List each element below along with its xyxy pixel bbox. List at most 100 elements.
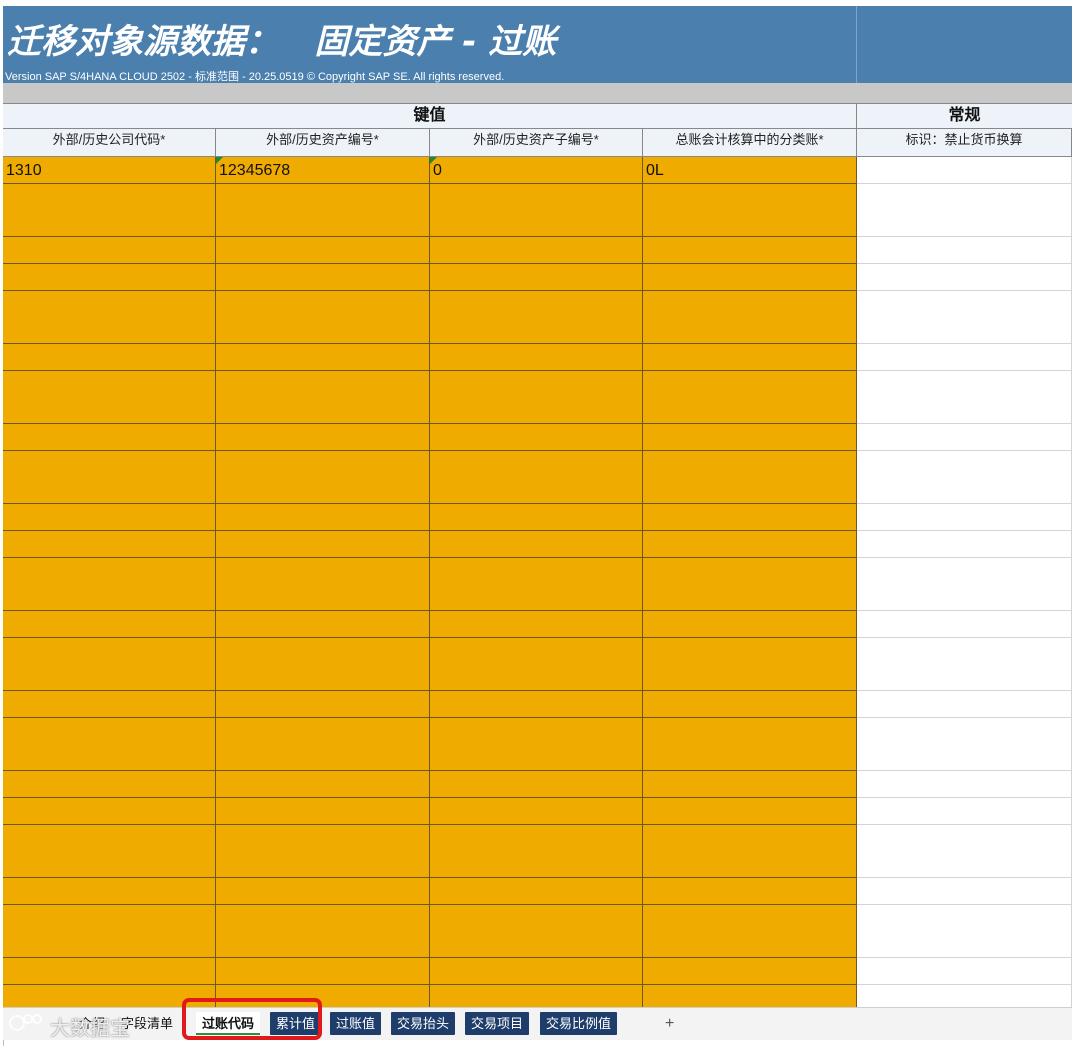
table-cell[interactable] bbox=[643, 477, 857, 505]
column-header-company-code[interactable]: 外部/历史公司代码* bbox=[3, 129, 216, 156]
table-cell[interactable] bbox=[857, 263, 1072, 291]
table-cell[interactable] bbox=[3, 771, 216, 799]
table-cell[interactable] bbox=[857, 637, 1072, 665]
table-cell[interactable] bbox=[430, 584, 643, 612]
table-cell[interactable] bbox=[3, 664, 216, 692]
table-cell[interactable] bbox=[430, 530, 643, 558]
table-cell[interactable] bbox=[643, 610, 857, 638]
table-cell[interactable] bbox=[430, 290, 643, 318]
table-cell[interactable] bbox=[430, 183, 643, 211]
table-cell[interactable] bbox=[216, 691, 430, 718]
table-cell[interactable] bbox=[857, 958, 1072, 985]
table-cell[interactable] bbox=[857, 877, 1072, 905]
table-cell[interactable] bbox=[857, 717, 1072, 745]
table-cell[interactable] bbox=[857, 557, 1072, 585]
table-cell[interactable] bbox=[643, 771, 857, 799]
table-cell[interactable] bbox=[643, 237, 857, 265]
table-cell[interactable] bbox=[643, 557, 857, 585]
tab-transaction-header[interactable]: 交易抬头 bbox=[391, 1012, 456, 1035]
table-cell[interactable] bbox=[3, 584, 216, 612]
table-cell[interactable] bbox=[430, 664, 643, 692]
table-cell[interactable] bbox=[3, 397, 216, 425]
table-cell[interactable] bbox=[430, 263, 643, 291]
table-cell[interactable] bbox=[857, 210, 1072, 238]
table-cell[interactable] bbox=[216, 183, 430, 211]
table-cell[interactable] bbox=[857, 610, 1072, 638]
table-cell[interactable] bbox=[857, 237, 1072, 265]
table-cell[interactable] bbox=[3, 637, 216, 665]
table-cell[interactable] bbox=[3, 477, 216, 505]
table-cell[interactable] bbox=[216, 557, 430, 585]
table-cell[interactable] bbox=[643, 584, 857, 612]
table-cell[interactable] bbox=[216, 610, 430, 638]
table-cell[interactable] bbox=[216, 851, 430, 879]
table-cell[interactable] bbox=[857, 183, 1072, 211]
table-cell[interactable] bbox=[643, 958, 857, 985]
table-cell[interactable] bbox=[3, 557, 216, 585]
table-cell[interactable] bbox=[857, 370, 1072, 398]
table-cell[interactable] bbox=[857, 343, 1072, 371]
table-cell[interactable] bbox=[3, 744, 216, 772]
table-cell[interactable] bbox=[857, 530, 1072, 558]
column-header-no-currency-conversion[interactable]: 标识：禁止货币换算 bbox=[857, 129, 1072, 156]
table-cell[interactable] bbox=[643, 424, 857, 451]
table-cell[interactable] bbox=[3, 183, 216, 211]
table-cell[interactable] bbox=[643, 637, 857, 665]
table-cell[interactable] bbox=[3, 504, 216, 532]
table-cell[interactable] bbox=[430, 824, 643, 852]
table-cell[interactable] bbox=[430, 370, 643, 398]
table-cell[interactable] bbox=[216, 424, 430, 451]
table-cell[interactable] bbox=[430, 904, 643, 932]
table-cell[interactable] bbox=[643, 210, 857, 238]
column-header-asset-number[interactable]: 外部/历史资产编号* bbox=[216, 129, 430, 156]
table-cell[interactable] bbox=[643, 717, 857, 745]
table-cell[interactable] bbox=[216, 637, 430, 665]
table-cell[interactable] bbox=[430, 984, 643, 1007]
table-cell[interactable] bbox=[643, 450, 857, 478]
table-cell[interactable] bbox=[216, 397, 430, 425]
table-cell[interactable]: 12345678 bbox=[216, 157, 430, 184]
table-cell[interactable] bbox=[3, 210, 216, 238]
table-cell[interactable]: 0 bbox=[430, 157, 643, 184]
table-cell[interactable] bbox=[3, 424, 216, 451]
table-cell[interactable] bbox=[3, 931, 216, 959]
table-cell[interactable] bbox=[430, 877, 643, 905]
table-cell[interactable] bbox=[430, 610, 643, 638]
table-cell[interactable] bbox=[430, 237, 643, 265]
table-cell[interactable] bbox=[857, 157, 1072, 184]
table-cell[interactable] bbox=[216, 210, 430, 238]
table-cell[interactable] bbox=[3, 237, 216, 265]
table-cell[interactable] bbox=[430, 851, 643, 879]
table-cell[interactable] bbox=[643, 691, 857, 718]
table-cell[interactable] bbox=[216, 824, 430, 852]
table-cell[interactable] bbox=[857, 317, 1072, 345]
table-cell[interactable]: 0L bbox=[643, 157, 857, 184]
table-cell[interactable] bbox=[643, 984, 857, 1007]
table-cell[interactable] bbox=[430, 958, 643, 985]
add-sheet-button[interactable]: + bbox=[659, 1012, 680, 1035]
table-cell[interactable] bbox=[643, 664, 857, 692]
table-cell[interactable] bbox=[643, 397, 857, 425]
table-cell[interactable] bbox=[643, 370, 857, 398]
table-cell[interactable]: 1310 bbox=[3, 157, 216, 184]
table-cell[interactable] bbox=[643, 530, 857, 558]
table-cell[interactable] bbox=[216, 664, 430, 692]
table-cell[interactable] bbox=[3, 691, 216, 718]
table-cell[interactable] bbox=[3, 717, 216, 745]
table-cell[interactable] bbox=[643, 504, 857, 532]
table-cell[interactable] bbox=[430, 931, 643, 959]
table-cell[interactable] bbox=[643, 744, 857, 772]
table-cell[interactable] bbox=[643, 183, 857, 211]
table-cell[interactable] bbox=[216, 237, 430, 265]
table-cell[interactable] bbox=[430, 450, 643, 478]
table-cell[interactable] bbox=[216, 343, 430, 371]
table-cell[interactable] bbox=[3, 290, 216, 318]
table-cell[interactable] bbox=[430, 744, 643, 772]
table-cell[interactable] bbox=[643, 824, 857, 852]
table-cell[interactable] bbox=[430, 317, 643, 345]
table-cell[interactable] bbox=[216, 717, 430, 745]
table-cell[interactable] bbox=[643, 290, 857, 318]
column-header-asset-subnumber[interactable]: 外部/历史资产子编号* bbox=[430, 129, 643, 156]
table-cell[interactable] bbox=[857, 664, 1072, 692]
table-cell[interactable] bbox=[216, 904, 430, 932]
